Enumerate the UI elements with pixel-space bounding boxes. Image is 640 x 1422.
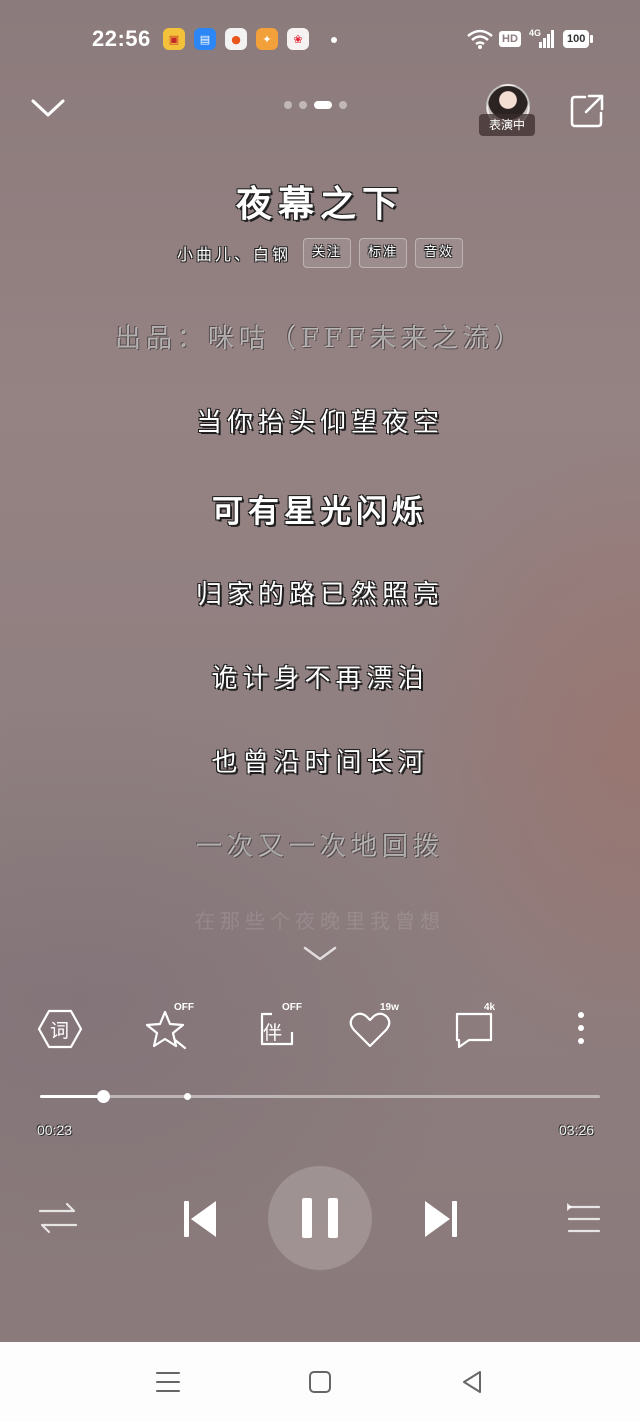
artist-name-link[interactable]: 小曲儿、白钢 — [177, 241, 291, 265]
page-dot-active — [314, 101, 332, 109]
favorite-button[interactable]: OFF — [145, 1002, 194, 1052]
app-notification-icon: ❀ — [287, 28, 309, 50]
app-notification-icon: ▣ — [163, 28, 185, 50]
lyric-line[interactable]: 当你抬头仰望夜空 — [0, 402, 640, 439]
share-icon — [570, 94, 604, 128]
lyric-line[interactable]: 归家的路已然照亮 — [0, 574, 640, 611]
share-button[interactable] — [569, 93, 605, 129]
page-dot — [284, 101, 292, 109]
follow-button[interactable]: 关注 — [302, 238, 351, 268]
more-vertical-icon — [578, 1012, 584, 1044]
pause-icon — [302, 1198, 338, 1238]
play-mode-button[interactable] — [34, 1195, 82, 1243]
system-navigation-bar — [0, 1342, 640, 1422]
chevron-down-icon — [303, 946, 337, 961]
elapsed-time: 00:23 — [37, 1122, 73, 1138]
more-options-button[interactable] — [558, 1006, 604, 1052]
battery-icon: 100 — [563, 28, 594, 50]
lyric-credit[interactable]: 出品：咪咕（FFF未来之流） — [0, 318, 640, 355]
companion-button[interactable]: 伴 OFF — [254, 1002, 302, 1052]
wifi-icon — [466, 28, 494, 50]
performer-avatar-button[interactable]: 表演中 — [479, 84, 537, 138]
song-title: 夜幕之下 — [235, 183, 404, 225]
progress-thumb[interactable] — [96, 1090, 110, 1103]
lyric-line[interactable]: 一次又一次地回拨 — [0, 826, 640, 863]
page-dot — [339, 101, 347, 109]
repeat-order-icon — [38, 1202, 78, 1234]
page-indicator — [284, 101, 347, 109]
total-time: 03:26 — [559, 1122, 595, 1138]
lyric-current-line[interactable]: 可有星光闪烁 — [0, 486, 640, 531]
hd-icon: HD — [499, 28, 521, 50]
quality-button[interactable]: 标准 — [359, 238, 408, 268]
app-notification-icon: ● — [225, 28, 247, 50]
comments-button[interactable]: 4k — [451, 1002, 497, 1052]
lyric-line-faded: 在那些个夜晚里我曾想 — [195, 909, 445, 933]
performing-tag: 表演中 — [479, 114, 535, 136]
previous-track-button[interactable] — [176, 1195, 224, 1243]
pause-button[interactable] — [268, 1166, 372, 1270]
lyric-line[interactable]: 诡计身不再漂泊 — [0, 658, 640, 695]
next-track-button[interactable] — [417, 1195, 465, 1243]
status-time: 22:56 — [92, 26, 151, 51]
app-notification-icon: ▤ — [194, 28, 216, 50]
skip-previous-icon — [184, 1201, 216, 1237]
skip-next-icon — [425, 1201, 457, 1237]
collapse-player-button[interactable] — [30, 96, 66, 122]
more-notifications-dot — [331, 37, 337, 43]
sound-effect-button[interactable]: 音效 — [415, 238, 464, 268]
lyric-line[interactable]: 也曾沿时间长河 — [0, 742, 640, 779]
lyrics-mode-button[interactable]: 词 — [37, 1006, 83, 1052]
home-icon[interactable] — [308, 1370, 332, 1394]
chevron-down-icon — [31, 99, 65, 117]
playlist-button[interactable] — [559, 1195, 607, 1243]
app-notification-icon: ✦ — [256, 28, 278, 50]
page-dot — [299, 101, 307, 109]
progress-fill — [40, 1095, 103, 1098]
signal-icon: 4G — [527, 28, 555, 50]
artist-row: 小曲儿、白钢 关注 标准 音效 — [0, 238, 640, 268]
progress-slider[interactable] — [40, 1090, 600, 1103]
playlist-icon — [567, 1203, 601, 1233]
lyrics-collapse-button[interactable] — [302, 944, 338, 964]
back-icon[interactable] — [460, 1370, 484, 1394]
like-button[interactable]: 19w — [347, 1002, 399, 1052]
recent-apps-icon[interactable] — [155, 1370, 181, 1394]
